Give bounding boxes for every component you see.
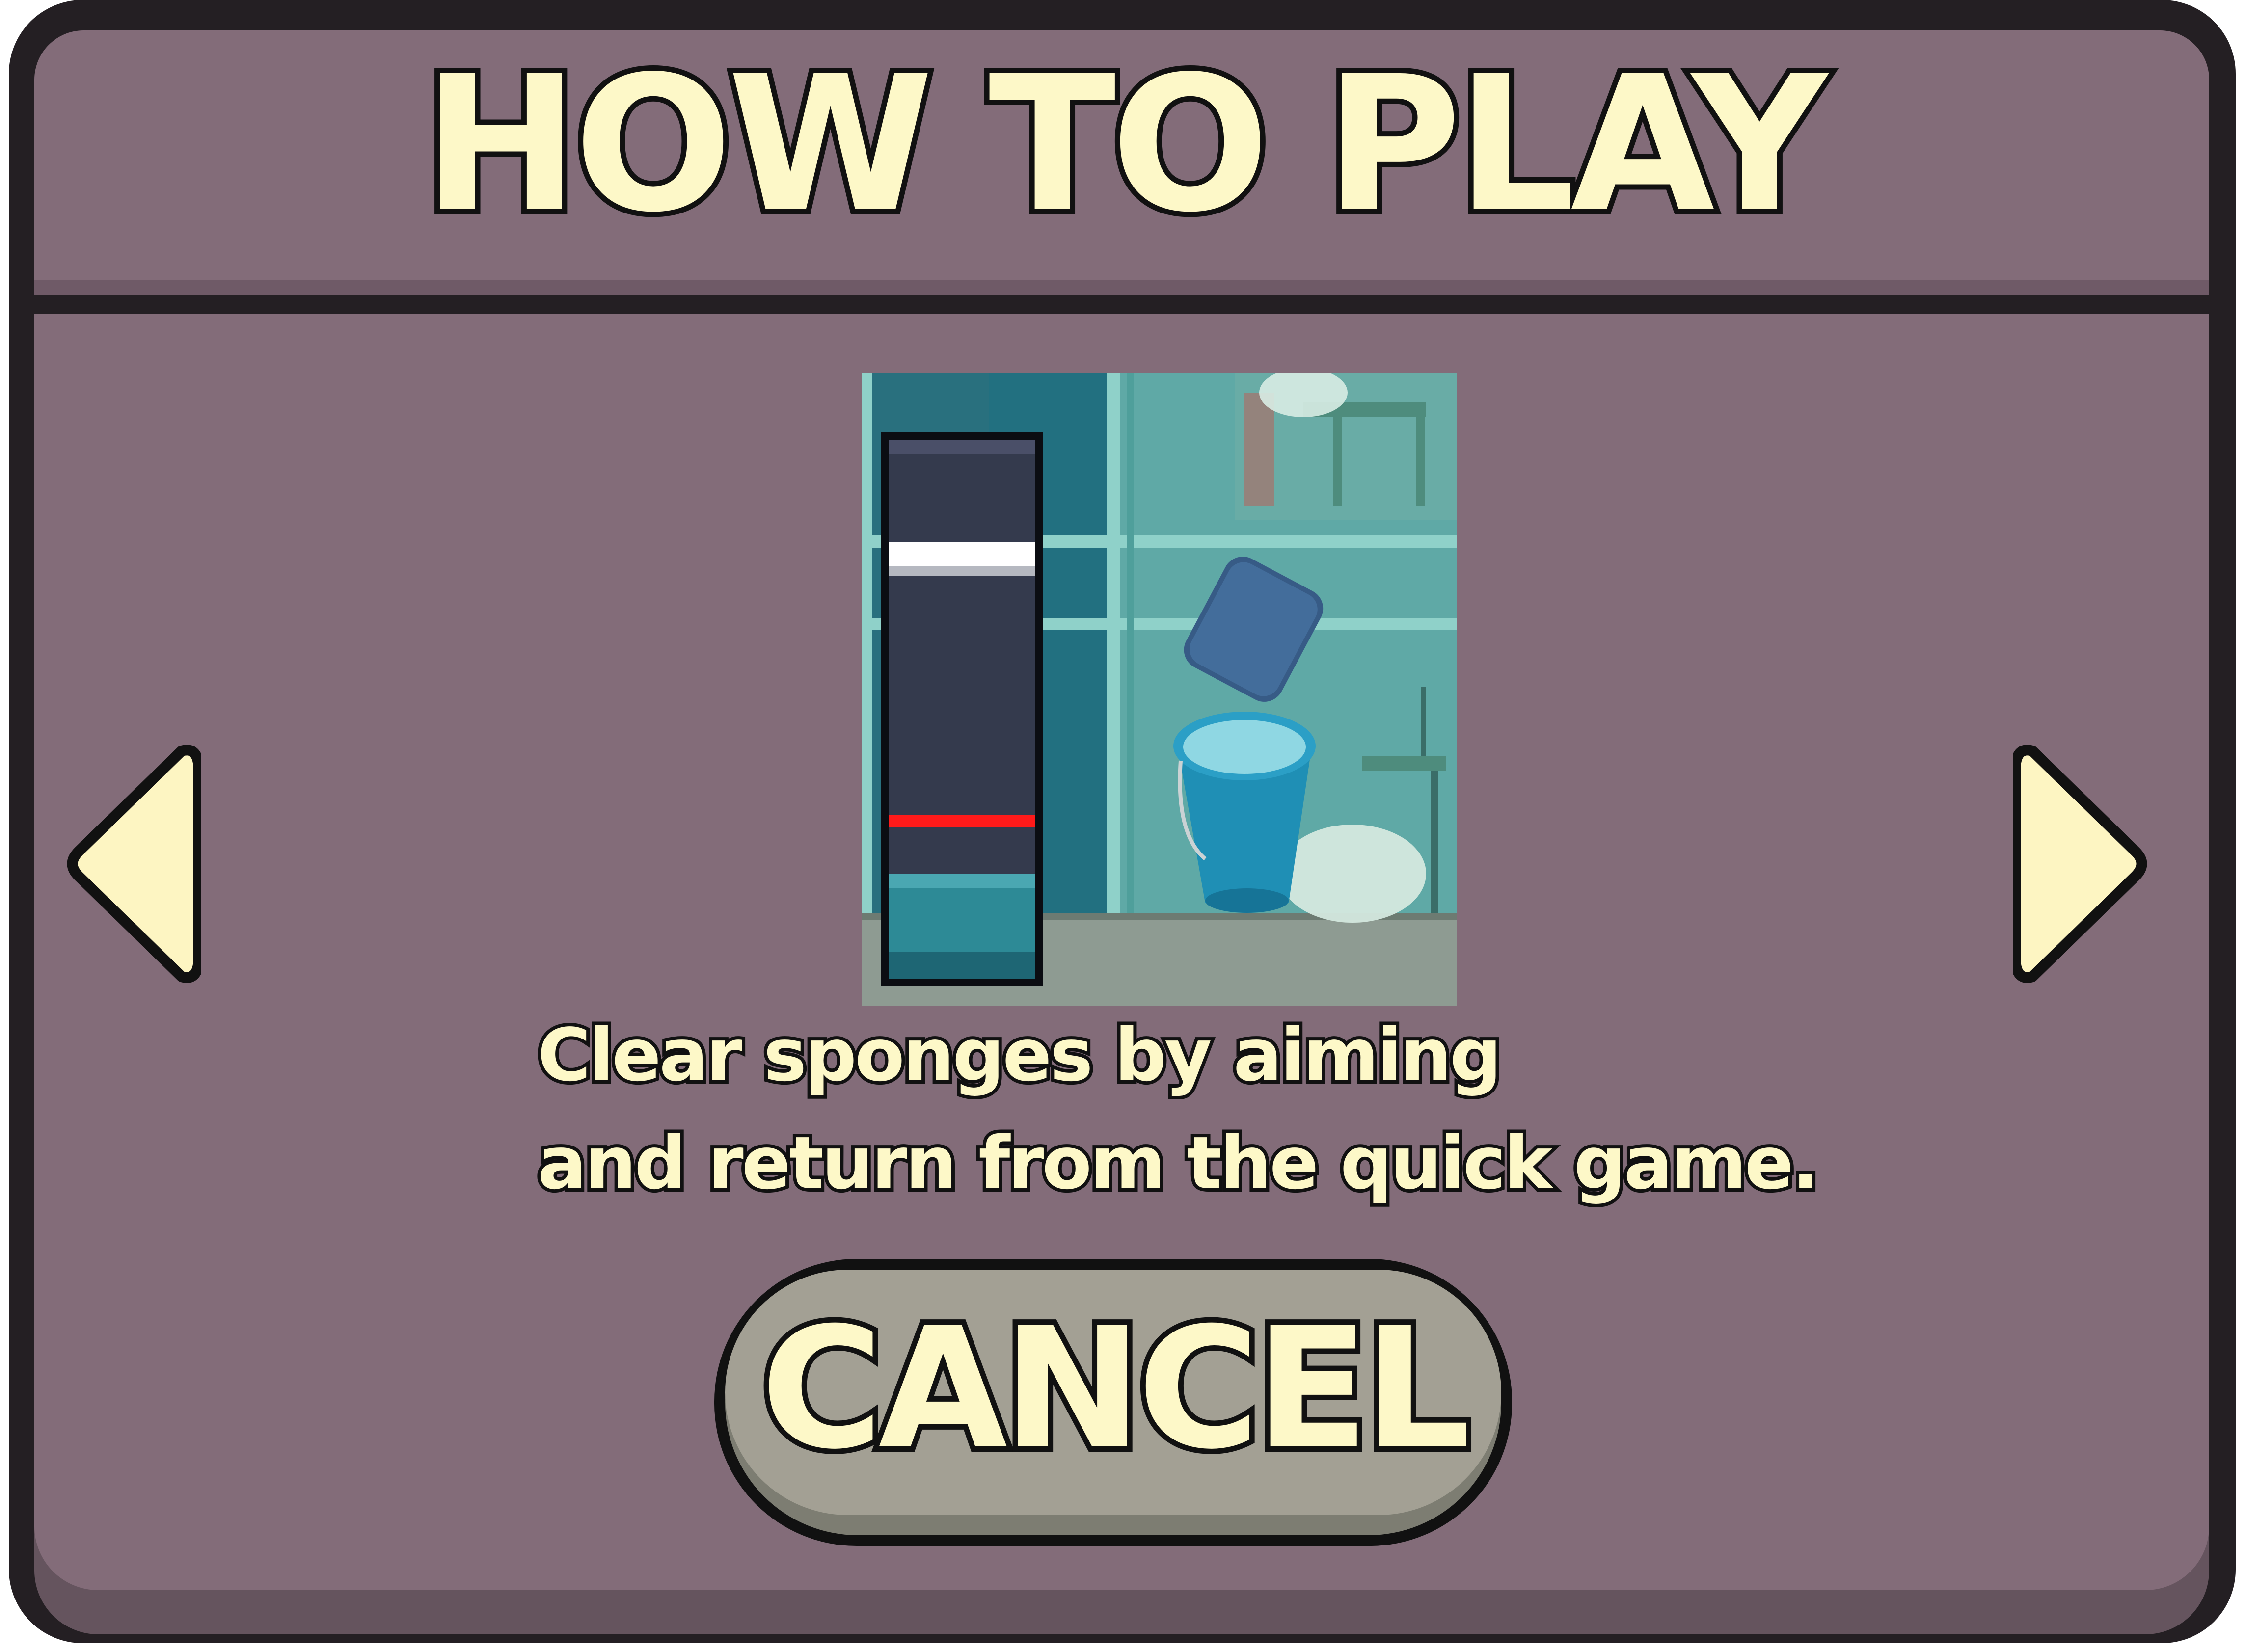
dialog-title: HOW TO PLAY <box>417 36 1833 253</box>
triangle-right-icon <box>2013 745 2147 983</box>
previous-page-button[interactable] <box>64 741 201 986</box>
instructions-line-2: and return from the quick game. <box>534 1118 1823 1209</box>
gameplay-preview-image <box>862 373 1457 1006</box>
how-to-play-screen: HOW TO PLAY Clear sponges by aiming and … <box>0 0 2245 1652</box>
instructions-line-1: Clear sponges by aiming <box>534 1010 1505 1101</box>
cancel-button[interactable]: CANCEL <box>714 1259 1512 1546</box>
header-divider <box>34 280 2209 295</box>
triangle-left-icon <box>67 745 201 983</box>
instructions-text: Clear sponges by aiming and return from … <box>534 1001 2010 1217</box>
cancel-button-label: CANCEL <box>756 1292 1476 1486</box>
next-page-button[interactable] <box>2013 741 2150 986</box>
